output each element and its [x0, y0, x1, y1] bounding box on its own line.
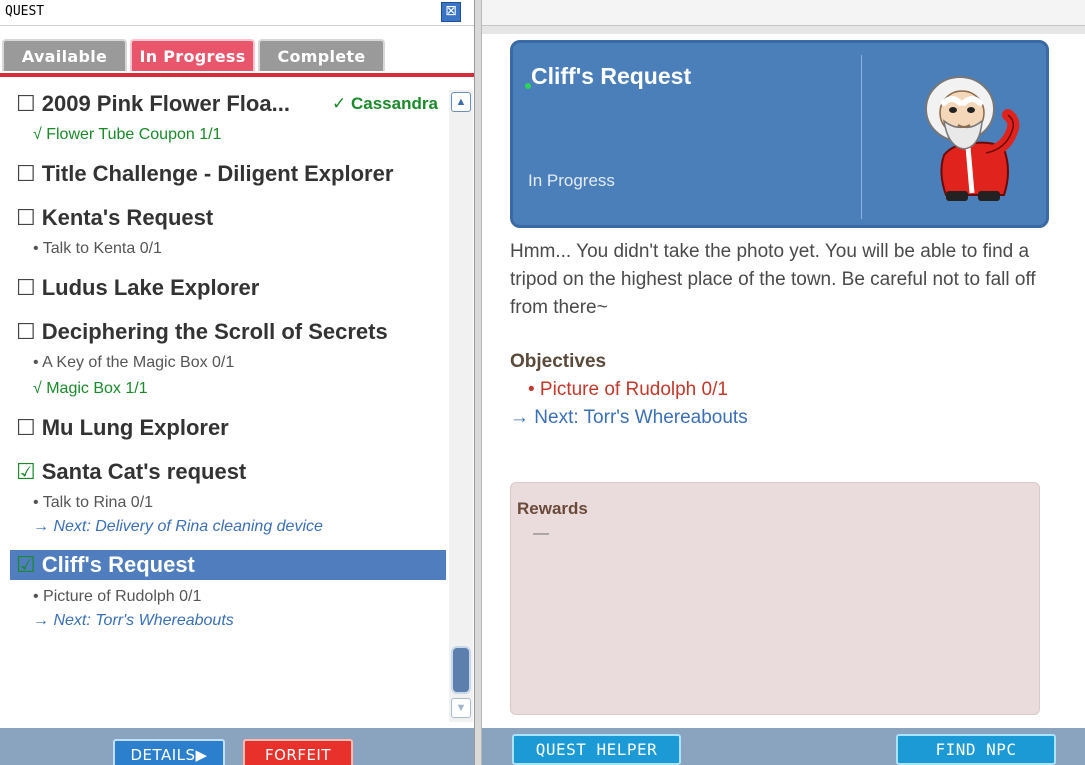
quest-title: Deciphering the Scroll of Secrets: [41, 319, 388, 344]
quest-item-kenta[interactable]: ☐ Kenta's Request: [16, 204, 213, 232]
title-bar: QUEST ⊠: [0, 0, 474, 26]
checkbox-checked-icon[interactable]: ☑: [16, 459, 36, 484]
scroll-down-icon[interactable]: ▼: [451, 698, 471, 718]
close-icon[interactable]: ⊠: [441, 2, 461, 22]
scrollbar-track[interactable]: [449, 90, 473, 722]
rewards-box: Rewards —: [510, 482, 1040, 715]
quest-npc-label: ✓ Cassandra: [332, 94, 438, 113]
quest-helper-button[interactable]: QUEST HELPER: [512, 734, 681, 765]
right-title-bar: [482, 0, 1085, 26]
tab-strip: Available In Progress Complete: [0, 36, 474, 74]
quest-list: ☐ 2009 Pink Flower Floa... ✓ Cassandra √ …: [0, 80, 448, 720]
window-title: QUEST: [5, 4, 45, 19]
quest-detail: √ Flower Tube Coupon 1/1: [33, 126, 222, 143]
find-npc-button[interactable]: FIND NPC: [896, 734, 1056, 765]
quest-title: 2009 Pink Flower Floa...: [41, 91, 290, 116]
rewards-heading: Rewards: [517, 499, 588, 518]
checkbox-icon[interactable]: ☐: [16, 91, 36, 116]
quest-item-santa-cat[interactable]: ☑ Santa Cat's request: [16, 458, 246, 486]
quest-title: Cliff's Request: [41, 552, 195, 577]
objective-item: • Picture of Rudolph 0/1: [528, 379, 728, 400]
quest-item-pink-flower[interactable]: ☐ 2009 Pink Flower Floa...: [16, 90, 290, 118]
right-title-bar-edge: [482, 26, 1085, 34]
checkbox-icon[interactable]: ☐: [16, 275, 36, 300]
checkbox-checked-icon[interactable]: ☑: [16, 552, 36, 577]
quest-title: Title Challenge - Diligent Explorer: [41, 161, 394, 186]
quest-next-link[interactable]: → Next: Torr's Whereabouts: [33, 612, 234, 630]
checkbox-icon[interactable]: ☐: [16, 415, 36, 440]
quest-title: Kenta's Request: [41, 205, 214, 230]
quest-detail: • Talk to Kenta 0/1: [33, 240, 162, 257]
quest-title: Santa Cat's request: [41, 459, 247, 484]
left-footer: [0, 728, 474, 765]
quest-title: Ludus Lake Explorer: [41, 275, 260, 300]
quest-item-ludus-lake[interactable]: ☐ Ludus Lake Explorer: [16, 274, 259, 302]
quest-header-card: Cliff's Request In Progress: [510, 40, 1049, 228]
quest-item-cliffs-request[interactable]: ☑ Cliff's Request: [16, 551, 195, 579]
quest-detail: • A Key of the Magic Box 0/1: [33, 354, 235, 371]
quest-detail: • Talk to Rina 0/1: [33, 494, 154, 511]
santa-old-man-icon: [925, 76, 1020, 201]
quest-title: Mu Lung Explorer: [41, 415, 229, 440]
tab-available[interactable]: Available: [2, 39, 127, 71]
quest-detail-title: Cliff's Request: [531, 63, 692, 89]
details-button[interactable]: DETAILS▶: [113, 739, 225, 765]
quest-item-scroll-of-secrets[interactable]: ☐ Deciphering the Scroll of Secrets: [16, 318, 388, 346]
scrollbar-thumb[interactable]: [451, 646, 471, 694]
checkbox-icon[interactable]: ☐: [16, 205, 36, 230]
rewards-empty: —: [533, 525, 549, 542]
quest-list-panel: QUEST ⊠ Available In Progress Complete ☐…: [0, 0, 474, 765]
quest-item-mu-lung[interactable]: ☐ Mu Lung Explorer: [16, 414, 229, 442]
tab-underline: [0, 73, 474, 77]
quest-detail-panel: Cliff's Request In Progress Hmm... You d…: [482, 0, 1085, 765]
header-divider: [861, 55, 862, 219]
next-quest-link[interactable]: → Next: Torr's Whereabouts: [510, 407, 748, 429]
checkbox-icon[interactable]: ☐: [16, 161, 36, 186]
scroll-up-icon[interactable]: ▲: [451, 92, 471, 112]
quest-description: Hmm... You didn't take the photo yet. Yo…: [510, 241, 1036, 318]
quest-detail: • Picture of Rudolph 0/1: [33, 588, 202, 605]
tab-in-progress[interactable]: In Progress: [130, 39, 255, 71]
quest-detail-status: In Progress: [528, 171, 615, 190]
objectives-heading: Objectives: [510, 351, 607, 372]
quest-item-title-challenge[interactable]: ☐ Title Challenge - Diligent Explorer: [16, 160, 393, 188]
forfeit-button[interactable]: FORFEIT: [243, 739, 353, 765]
tab-complete[interactable]: Complete: [258, 39, 385, 71]
quest-next-link[interactable]: → Next: Delivery of Rina cleaning device: [33, 518, 323, 536]
checkbox-icon[interactable]: ☐: [16, 319, 36, 344]
panel-divider: [474, 0, 482, 765]
quest-detail: √ Magic Box 1/1: [33, 380, 148, 397]
